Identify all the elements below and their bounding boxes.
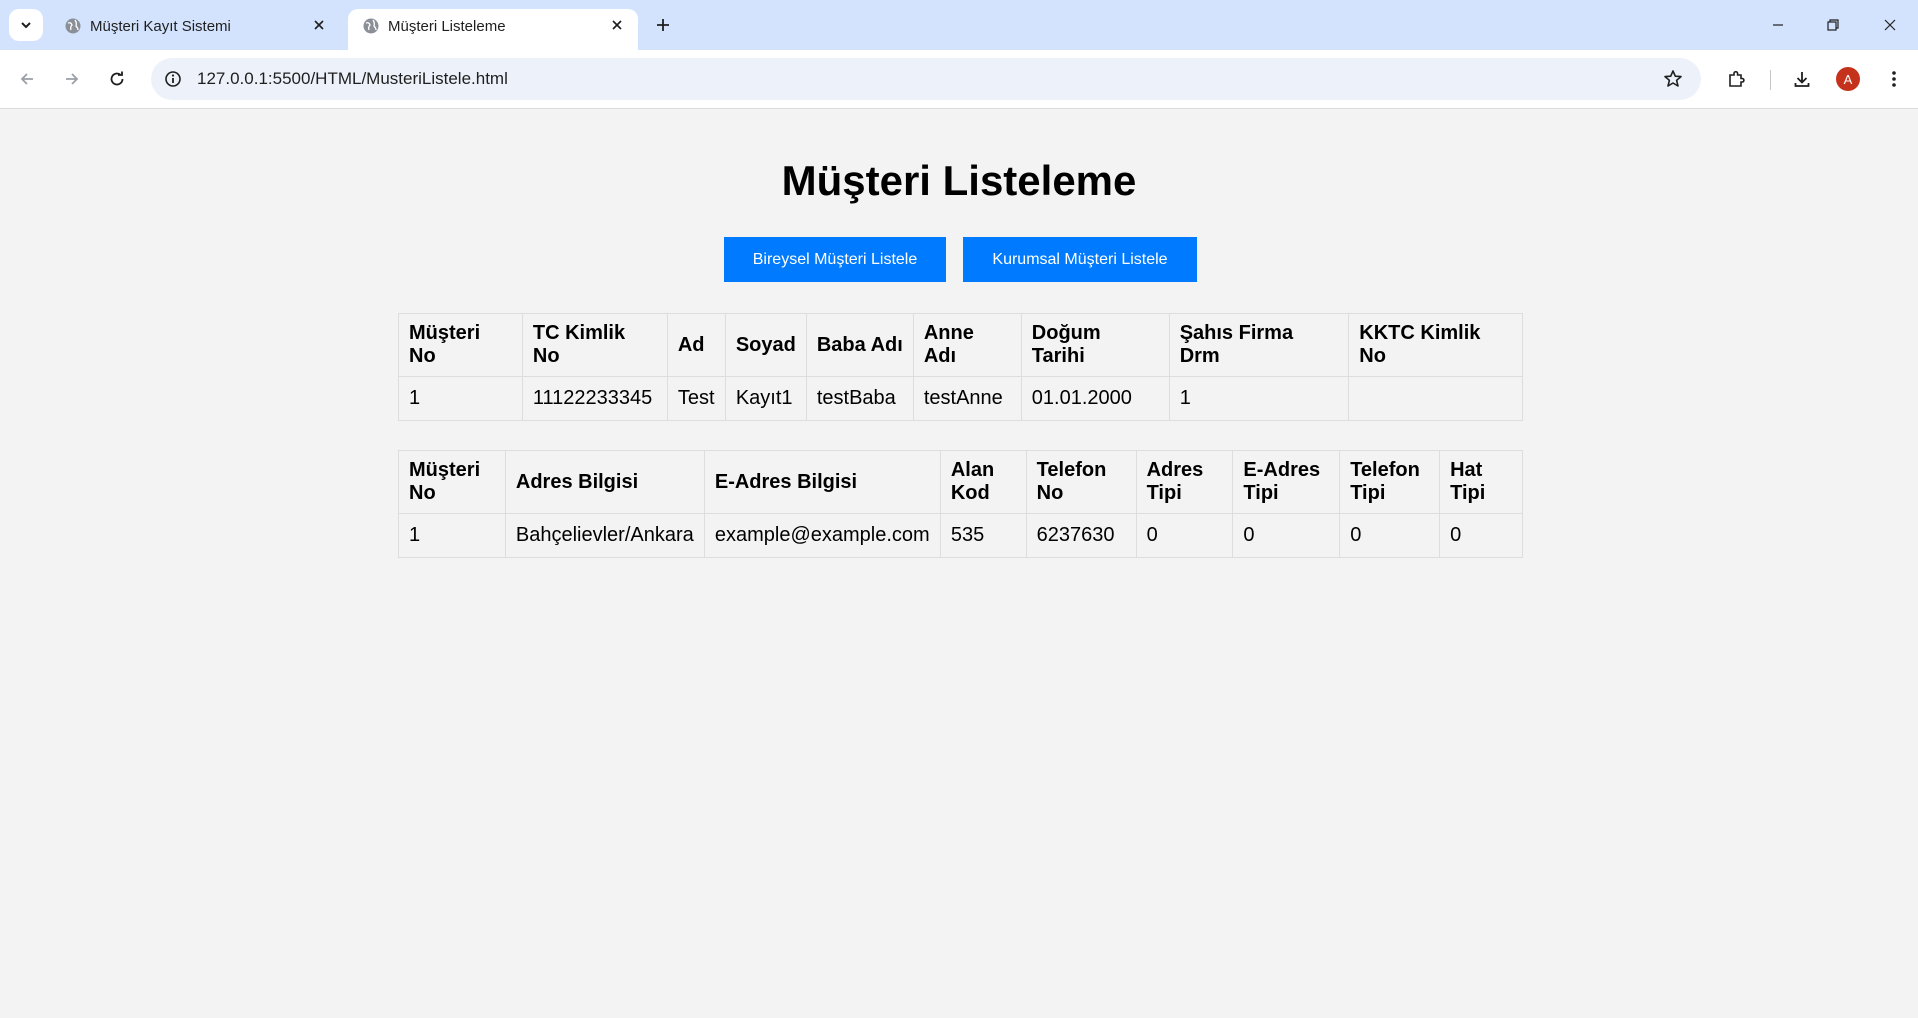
table-cell: Bahçelievler/Ankara bbox=[504, 513, 705, 558]
close-icon[interactable] bbox=[608, 16, 626, 34]
browser-menu-button[interactable] bbox=[1878, 63, 1910, 95]
column-header: E-Adres Bilgisi bbox=[703, 450, 941, 514]
downloads-button[interactable] bbox=[1786, 63, 1818, 95]
table-cell: 1 bbox=[398, 376, 523, 421]
info-icon[interactable] bbox=[161, 67, 185, 91]
column-header: Telefon No bbox=[1025, 450, 1137, 514]
forward-button[interactable] bbox=[56, 63, 88, 95]
table-cell bbox=[1348, 376, 1523, 421]
browser-toolbar: 127.0.0.1:5500/HTML/MusteriListele.html … bbox=[0, 50, 1918, 109]
column-header: Doğum Tarihi bbox=[1020, 313, 1170, 377]
table-cell: 11122233345 bbox=[521, 376, 668, 421]
download-icon bbox=[1794, 72, 1810, 87]
table-cell: Test bbox=[666, 376, 726, 421]
tab-musteri-kayit[interactable]: Müşteri Kayıt Sistemi bbox=[50, 9, 340, 50]
column-header: Müşteri No bbox=[398, 450, 506, 514]
close-icon[interactable] bbox=[310, 16, 328, 34]
column-header: Telefon Tipi bbox=[1339, 450, 1441, 514]
toolbar-divider bbox=[1770, 70, 1771, 90]
page-content: Müşteri Listeleme Bireysel Müşteri Liste… bbox=[0, 109, 1918, 1018]
arrow-left-icon bbox=[20, 73, 33, 85]
address-bar[interactable]: 127.0.0.1:5500/HTML/MusteriListele.html bbox=[151, 58, 1701, 100]
minimize-button[interactable] bbox=[1758, 10, 1798, 40]
table-cell: 0 bbox=[1135, 513, 1234, 558]
tab-strip: Müşteri Kayıt Sistemi Müşteri Listeleme bbox=[0, 0, 1918, 50]
table-cell: 0 bbox=[1232, 513, 1341, 558]
chevron-down-icon bbox=[21, 22, 31, 29]
column-header: Adres Tipi bbox=[1135, 450, 1234, 514]
tab-title: Müşteri Kayıt Sistemi bbox=[90, 18, 231, 35]
tab-search-button[interactable] bbox=[9, 9, 43, 41]
table-cell: 01.01.2000 bbox=[1020, 376, 1170, 421]
table-cell: 0 bbox=[1439, 513, 1523, 558]
kebab-menu-icon bbox=[1892, 71, 1896, 87]
table-cell: 0 bbox=[1339, 513, 1441, 558]
tab-musteri-listeleme[interactable]: Müşteri Listeleme bbox=[348, 9, 638, 50]
table-header-row: Müşteri No Adres Bilgisi E-Adres Bilgisi… bbox=[398, 450, 1523, 514]
page-title: Müşteri Listeleme bbox=[781, 157, 1137, 204]
table-cell: testBaba bbox=[805, 376, 914, 421]
back-button[interactable] bbox=[11, 63, 43, 95]
table-row: 1 Bahçelievler/Ankara example@example.co… bbox=[398, 513, 1523, 558]
column-header: Ad bbox=[666, 313, 726, 377]
kurumsal-musteri-listele-button[interactable]: Kurumsal Müşteri Listele bbox=[963, 237, 1197, 282]
globe-icon bbox=[363, 18, 379, 34]
window-close-icon bbox=[1884, 19, 1896, 31]
column-header: E-Adres Tipi bbox=[1232, 450, 1341, 514]
tab-title: Müşteri Listeleme bbox=[388, 18, 506, 35]
column-header: Soyad bbox=[724, 313, 807, 377]
musteri-table: Müşteri No TC Kimlik No Ad Soyad Baba Ad… bbox=[398, 313, 1523, 421]
column-header: Müşteri No bbox=[398, 313, 523, 377]
new-tab-button[interactable] bbox=[650, 12, 676, 38]
column-header: Adres Bilgisi bbox=[504, 450, 705, 514]
column-header: Baba Adı bbox=[805, 313, 914, 377]
table-row: 1 11122233345 Test Kayıt1 testBaba testA… bbox=[398, 376, 1523, 421]
star-icon[interactable] bbox=[1661, 67, 1685, 91]
url-text[interactable]: 127.0.0.1:5500/HTML/MusteriListele.html bbox=[197, 69, 508, 89]
column-header: Anne Adı bbox=[912, 313, 1022, 377]
plus-icon bbox=[657, 19, 669, 31]
table-cell: testAnne bbox=[912, 376, 1022, 421]
table-cell: 535 bbox=[939, 513, 1027, 558]
table-cell: 1 bbox=[398, 513, 506, 558]
arrow-right-icon bbox=[66, 73, 79, 85]
profile-avatar[interactable]: A bbox=[1836, 67, 1860, 91]
restore-button[interactable] bbox=[1813, 10, 1853, 40]
column-header: Şahıs Firma Drm bbox=[1168, 313, 1350, 377]
table-cell: Kayıt1 bbox=[724, 376, 807, 421]
globe-icon bbox=[65, 18, 81, 34]
window-close-button[interactable] bbox=[1870, 10, 1910, 40]
extensions-button[interactable] bbox=[1720, 63, 1752, 95]
table-header-row: Müşteri No TC Kimlik No Ad Soyad Baba Ad… bbox=[398, 313, 1523, 377]
puzzle-icon bbox=[1729, 70, 1745, 87]
bireysel-musteri-listele-button[interactable]: Bireysel Müşteri Listele bbox=[724, 237, 946, 282]
adres-table: Müşteri No Adres Bilgisi E-Adres Bilgisi… bbox=[398, 450, 1523, 558]
column-header: KKTC Kimlik No bbox=[1348, 313, 1523, 377]
table-cell: 6237630 bbox=[1025, 513, 1137, 558]
table-cell: 1 bbox=[1168, 376, 1350, 421]
reload-icon bbox=[110, 71, 124, 86]
reload-button[interactable] bbox=[101, 63, 133, 95]
column-header: Hat Tipi bbox=[1439, 450, 1523, 514]
column-header: TC Kimlik No bbox=[521, 313, 668, 377]
table-cell: example@example.com bbox=[703, 513, 941, 558]
column-header: Alan Kod bbox=[939, 450, 1027, 514]
restore-icon bbox=[1827, 19, 1839, 31]
minimize-icon bbox=[1773, 24, 1783, 26]
